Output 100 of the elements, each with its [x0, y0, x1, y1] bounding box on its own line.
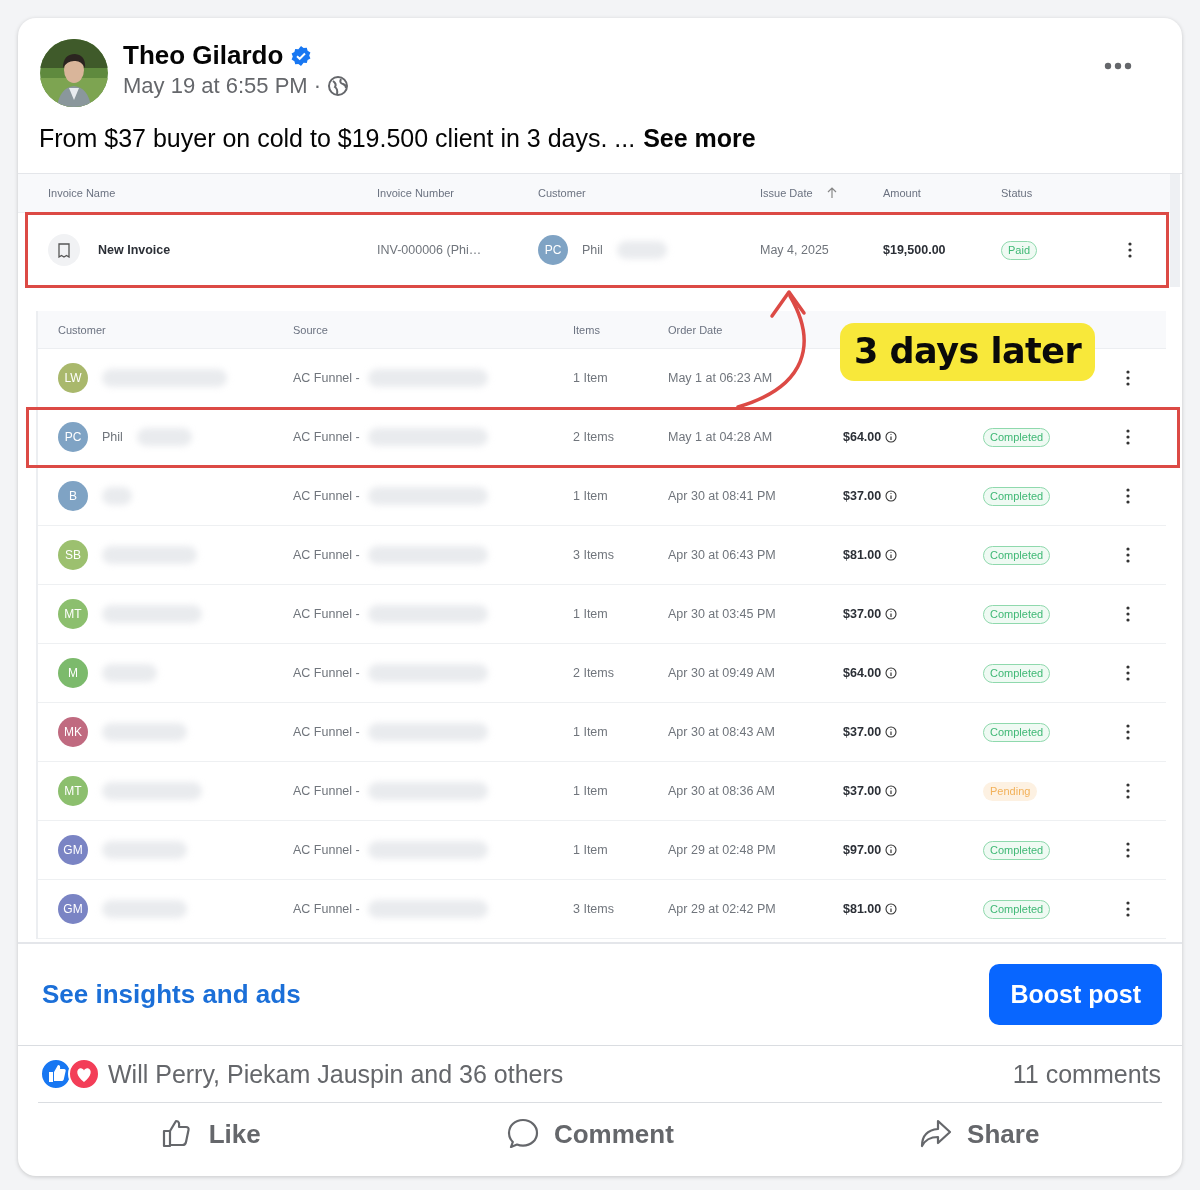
- status-badge: Completed: [983, 722, 1051, 742]
- info-icon[interactable]: [885, 608, 898, 620]
- status-badge: Completed: [983, 604, 1051, 624]
- more-options-icon[interactable]: [1126, 488, 1130, 504]
- author-name[interactable]: Theo Gilardo: [123, 40, 284, 71]
- info-icon[interactable]: [885, 726, 898, 738]
- avatar: PC: [58, 422, 88, 452]
- avatar: MT: [58, 599, 88, 629]
- table-cell-text: 2 Items: [573, 666, 615, 680]
- avatar: B: [58, 481, 88, 511]
- action-button[interactable]: Share: [907, 1117, 1052, 1151]
- column-header[interactable]: Invoice Name: [48, 187, 116, 199]
- column-header[interactable]: Customer: [58, 323, 106, 336]
- column-header[interactable]: Items: [573, 323, 600, 336]
- info-icon[interactable]: [885, 490, 898, 502]
- amount: $64.00: [843, 430, 882, 444]
- more-options-icon[interactable]: [1128, 242, 1132, 258]
- info-icon[interactable]: [885, 431, 898, 443]
- more-options-icon[interactable]: [1126, 429, 1130, 445]
- amount: $37.00: [843, 607, 882, 621]
- more-options-icon[interactable]: [1126, 606, 1130, 622]
- invoice-name[interactable]: New Invoice: [98, 243, 171, 257]
- table-cell-text: 1 Item: [573, 489, 609, 503]
- source-text: AC Funnel -: [293, 843, 360, 857]
- table-cell-text: 1 Item: [573, 371, 609, 385]
- reactions-summary[interactable]: Will Perry, Piekam Jauspin and 36 others: [108, 1059, 564, 1089]
- column-header[interactable]: Customer: [538, 187, 586, 199]
- table-cell-text: 1 Item: [573, 725, 609, 739]
- action-button[interactable]: Like: [148, 1117, 273, 1151]
- table-cell-text: 2 Items: [573, 430, 615, 444]
- avatar: GM: [58, 894, 88, 924]
- column-header[interactable]: Source: [293, 323, 328, 336]
- status-badge: Completed: [983, 840, 1051, 860]
- avatar: GM: [58, 835, 88, 865]
- info-icon[interactable]: [885, 844, 898, 856]
- table-cell-text: 3 Items: [573, 548, 615, 562]
- info-icon[interactable]: [885, 903, 898, 915]
- column-header[interactable]: Issue Date: [760, 187, 813, 199]
- column-header[interactable]: Amount: [883, 187, 921, 199]
- more-options-icon[interactable]: [1126, 370, 1130, 386]
- customer-name: Phil: [582, 243, 603, 257]
- column-header[interactable]: Invoice Number: [377, 187, 455, 199]
- like-reaction-icon[interactable]: [40, 1058, 72, 1090]
- table-cell-text: May 4, 2025: [760, 243, 830, 257]
- status-badge: Completed: [983, 545, 1051, 565]
- amount: $37.00: [843, 489, 882, 503]
- info-icon[interactable]: [885, 549, 898, 561]
- table-cell-text: May 1 at 04:28 AM: [668, 430, 774, 444]
- post-time[interactable]: May 19 at 6:55 PM: [123, 73, 308, 99]
- table-cell-text: 1 Item: [573, 843, 609, 857]
- boost-post-button[interactable]: Boost post: [989, 964, 1162, 1025]
- sort-arrow-icon[interactable]: [826, 187, 837, 199]
- insights-link[interactable]: See insights and ads: [42, 979, 301, 1010]
- source-text: AC Funnel -: [293, 666, 360, 680]
- amount: $81.00: [843, 548, 882, 562]
- amount: $64.00: [843, 666, 882, 680]
- source-text: AC Funnel -: [293, 548, 360, 562]
- table-cell-text: Apr 30 at 06:43 PM: [668, 548, 777, 562]
- avatar: MT: [58, 776, 88, 806]
- source-text: AC Funnel -: [293, 607, 360, 621]
- table-cell-text: Apr 30 at 08:41 PM: [668, 489, 777, 503]
- more-options-icon[interactable]: [1126, 783, 1130, 799]
- more-options-icon[interactable]: [1104, 62, 1132, 70]
- see-more-link[interactable]: See more: [643, 124, 756, 153]
- table-cell-text: Apr 30 at 03:45 PM: [668, 607, 777, 621]
- avatar: M: [58, 658, 88, 688]
- more-options-icon[interactable]: [1126, 842, 1130, 858]
- status-badge: Completed: [983, 663, 1051, 683]
- source-text: AC Funnel -: [293, 902, 360, 916]
- column-header[interactable]: Order Date: [668, 323, 723, 336]
- amount: $37.00: [843, 725, 882, 739]
- source-text: AC Funnel -: [293, 784, 360, 798]
- status-badge: Completed: [983, 486, 1051, 506]
- table-cell-text: INV-000006 (Phi…: [377, 243, 483, 257]
- table-cell-text: May 1 at 06:23 AM: [668, 371, 774, 385]
- status-badge: Completed: [983, 899, 1051, 919]
- source-text: AC Funnel -: [293, 430, 360, 444]
- status-badge: Completed: [983, 427, 1051, 447]
- speech-bubble-icon[interactable]: [505, 1117, 540, 1151]
- more-options-icon[interactable]: [1126, 724, 1130, 740]
- comments-count[interactable]: 11 comments: [1012, 1059, 1161, 1089]
- info-icon[interactable]: [885, 785, 898, 797]
- amount: $37.00: [843, 784, 882, 798]
- more-options-icon[interactable]: [1126, 901, 1130, 917]
- caption-badge: 3 days later: [840, 323, 1096, 381]
- action-button[interactable]: Comment: [493, 1117, 686, 1151]
- table-cell-text: Apr 29 at 02:42 PM: [668, 902, 777, 916]
- globe-icon: [327, 75, 349, 97]
- source-text: AC Funnel -: [293, 489, 360, 503]
- info-icon[interactable]: [885, 667, 898, 679]
- invoice-icon: [48, 234, 80, 266]
- avatar: PC: [538, 235, 568, 265]
- separator-dot: ·: [313, 73, 321, 99]
- column-header[interactable]: Status: [1001, 187, 1033, 199]
- amount: $19,500.00: [883, 243, 947, 257]
- heart-reaction-icon[interactable]: [68, 1058, 100, 1090]
- more-options-icon[interactable]: [1126, 665, 1130, 681]
- more-options-icon[interactable]: [1126, 547, 1130, 563]
- table-cell-text: 1 Item: [573, 607, 609, 621]
- table-cell-text: Apr 30 at 09:49 AM: [668, 666, 776, 680]
